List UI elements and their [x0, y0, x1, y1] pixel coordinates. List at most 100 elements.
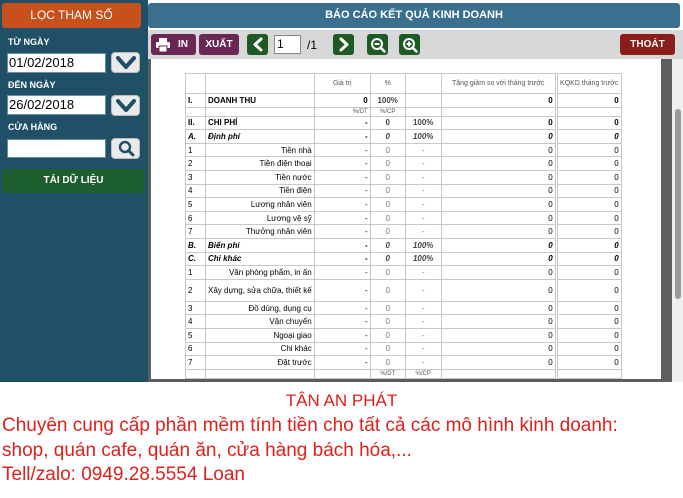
row-value: -	[313, 197, 371, 212]
row-prev-month: 0	[554, 169, 622, 185]
report-viewer: Giá trị % Tăng giảm so với tháng trước K…	[148, 59, 683, 382]
row-name: Lương vệ sỹ	[205, 210, 315, 226]
row-percent: %/CP	[369, 106, 406, 117]
table-row: 5 Ngoại giao -0-0 0	[185, 327, 622, 343]
row-value: -	[313, 327, 371, 343]
row-prev-month: 0	[554, 355, 622, 370]
table-row: B. Biến phí -0 100% 0 0	[185, 237, 622, 253]
row-percent-cp: -	[404, 278, 442, 302]
row-percent-cp: -	[404, 355, 442, 370]
row-prev-month: 0	[554, 183, 622, 199]
row-prev-month: 0	[554, 265, 622, 280]
row-prev-month: 0	[554, 327, 622, 343]
row-value: -	[313, 115, 371, 131]
row-value: -	[313, 265, 371, 280]
row-name: Lương nhân viên	[205, 197, 315, 212]
table-row: 6 Chi khác -0-0 0	[185, 341, 622, 357]
prev-page-button[interactable]	[247, 34, 268, 55]
next-page-button[interactable]	[333, 34, 354, 55]
to-date-input[interactable]: 26/02/2018	[7, 95, 106, 115]
export-button[interactable]: XUẤT	[199, 34, 239, 55]
row-name: Vận chuyển	[205, 314, 315, 329]
row-percent-cp: -	[404, 156, 442, 171]
row-percent-cp: 100%	[404, 237, 442, 253]
row-value: -	[313, 237, 371, 253]
to-date-picker-button[interactable]	[111, 95, 140, 116]
row-name: Tiền nước	[205, 169, 315, 185]
table-row: 1 Văn phòng phẩm, in ấn -0-0 0	[185, 265, 622, 280]
row-percent: 0	[369, 278, 406, 302]
row-percent: 0	[369, 341, 406, 357]
row-percent: 0	[369, 169, 406, 185]
print-button[interactable]: IN	[151, 34, 196, 55]
table-row: 3 Đồ dùng, dụng cụ -0-0 0	[185, 300, 622, 316]
row-name: Tiền nhà	[205, 142, 315, 158]
row-number: 2	[185, 278, 206, 302]
row-percent-cp: -	[404, 197, 442, 212]
from-date-picker-button[interactable]	[111, 52, 140, 73]
row-number: 5	[185, 327, 206, 343]
row-prev-month	[554, 106, 622, 117]
brand-name: TÂN AN PHÁT	[285, 391, 398, 410]
row-change: 0	[440, 265, 557, 280]
zoom-out-button[interactable]	[367, 34, 388, 55]
row-change: 0	[440, 197, 557, 212]
row-number: 2	[185, 156, 206, 171]
row-value: 0	[313, 93, 371, 108]
row-value: -	[313, 224, 371, 239]
row-prev-month: 0	[554, 210, 622, 226]
row-number: 7	[185, 355, 206, 370]
table-row: %/DT %/CP	[185, 106, 622, 117]
row-name: Thưởng nhân viên	[205, 224, 315, 239]
zoom-out-icon	[370, 38, 386, 53]
chevron-left-icon	[253, 37, 262, 52]
zoom-in-button[interactable]	[399, 34, 420, 55]
row-prev-month: 0	[554, 129, 622, 144]
row-percent: 0	[369, 115, 406, 131]
row-prev-month: 0	[554, 237, 622, 253]
store-search-button[interactable]	[111, 138, 140, 159]
row-percent-cp	[404, 106, 442, 117]
row-percent: 0	[369, 327, 406, 343]
printer-icon	[156, 38, 170, 52]
report-header-row: Giá trị % Tăng giảm so với tháng trước K…	[185, 73, 622, 94]
row-value: -	[313, 183, 371, 199]
row-number: I.	[185, 93, 206, 108]
vertical-scrollbar[interactable]	[672, 59, 683, 382]
row-number: B.	[185, 237, 206, 253]
row-change: 0	[440, 142, 557, 158]
footer-line-2: shop, quán cafe, quán ăn, cửa hàng bách …	[2, 440, 412, 461]
store-input[interactable]	[7, 139, 106, 158]
row-percent-cp: -	[404, 341, 442, 357]
row-percent: 0	[369, 156, 406, 171]
row-number: 3	[185, 300, 206, 316]
exit-button[interactable]: THOÁT	[620, 34, 675, 55]
row-change: 0	[440, 129, 557, 144]
row-value: -	[313, 156, 371, 171]
page-number-input[interactable]: 1	[274, 35, 301, 54]
row-number: 1	[185, 265, 206, 280]
row-change: 0	[440, 300, 557, 316]
row-percent-cp: %/CP	[404, 368, 442, 379]
app-window: LỌC THAM SỐ TỪ NGÀY 01/02/2018 ĐẾN NGÀY …	[0, 0, 683, 498]
row-number: II.	[185, 115, 206, 131]
col-change-header: Tăng giảm so với tháng trước	[440, 73, 557, 94]
table-row: C. Chi khác -0 100% 0 0	[185, 251, 622, 267]
row-value: -	[313, 278, 371, 302]
row-change: 0	[440, 237, 557, 253]
row-name: Văn phòng phẩm, in ấn	[205, 265, 315, 280]
from-date-input[interactable]: 01/02/2018	[7, 53, 106, 73]
row-number: 1	[185, 142, 206, 158]
row-prev-month: 0	[554, 251, 622, 267]
row-value: -	[313, 300, 371, 316]
row-percent-cp: -	[404, 142, 442, 158]
row-number	[185, 368, 206, 379]
row-name: Tiền điện thoại	[205, 156, 315, 171]
row-number	[185, 106, 206, 117]
row-percent: %/DT	[369, 368, 406, 379]
row-percent-cp: 100%	[404, 251, 442, 267]
row-prev-month: 0	[554, 278, 622, 302]
load-data-button[interactable]: TẢI DỮ LIỆU	[2, 169, 145, 193]
scrollbar-thumb[interactable]	[675, 109, 681, 299]
row-change: 0	[440, 355, 557, 370]
